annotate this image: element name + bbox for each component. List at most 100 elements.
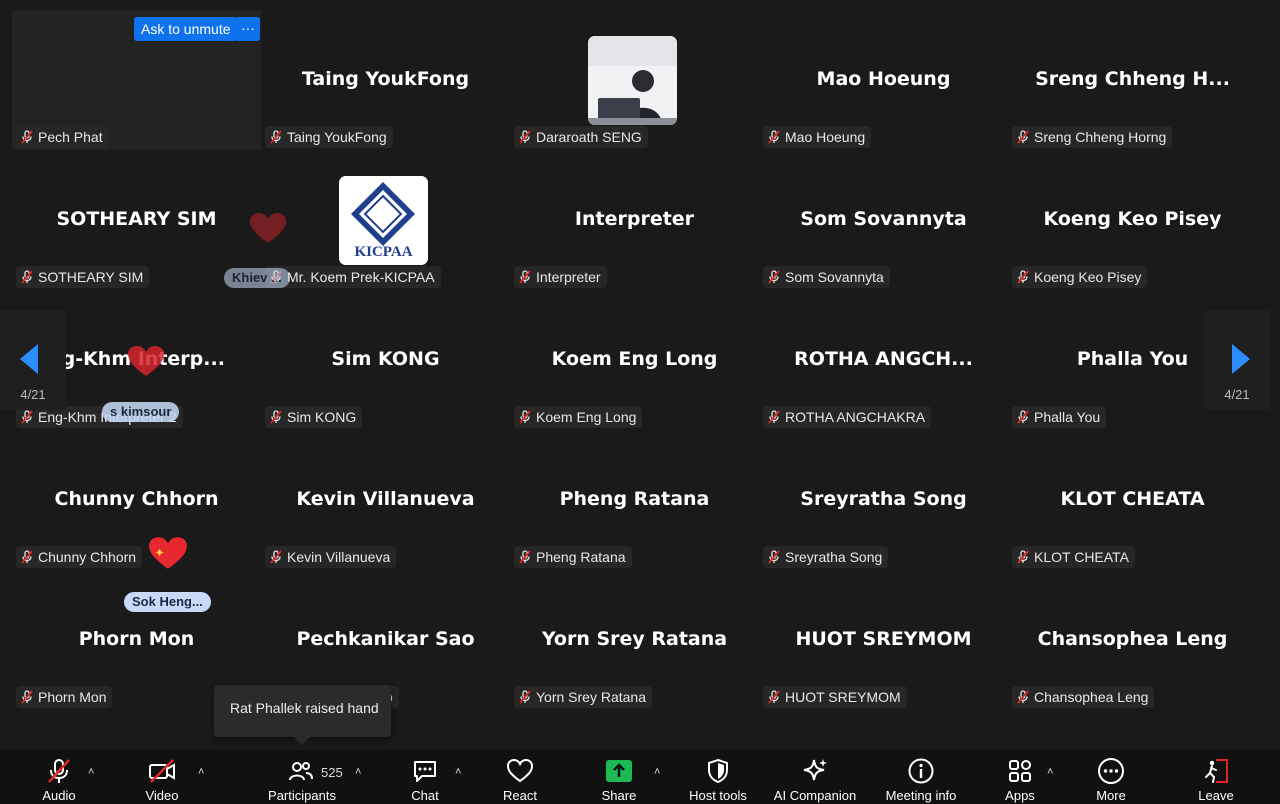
- arrow-right-icon: [1232, 344, 1250, 374]
- mic-muted-icon: [519, 690, 531, 704]
- participant-tile[interactable]: Dararoath SENG: [510, 10, 759, 150]
- mic-muted-icon: [1017, 410, 1029, 424]
- heart-outline-icon: [506, 758, 534, 783]
- participant-name-label: Yorn Srey Ratana: [514, 686, 652, 708]
- raised-hand-notification: Rat Phallek raised hand: [214, 685, 391, 745]
- ai-companion-button[interactable]: AI Companion: [770, 758, 860, 803]
- participant-tile[interactable]: Chunny Chhorn Chunny Chhorn: [12, 430, 261, 570]
- share-button[interactable]: Share: [598, 758, 640, 803]
- participant-name-text: Pheng Ratana: [536, 549, 626, 565]
- more-button[interactable]: More: [1092, 758, 1130, 803]
- participant-tile[interactable]: Sreng Chheng H... Sreng Chheng Horng: [1008, 10, 1257, 150]
- participant-display-name: Chunny Chhorn: [54, 488, 219, 510]
- participant-name-text: Sreng Chheng Horng: [1034, 129, 1167, 145]
- participant-display-name: Som Sovannyta: [800, 208, 967, 230]
- participant-name-label: Taing YoukFong: [265, 126, 393, 148]
- participant-tile[interactable]: HUOT SREYMOM HUOT SREYMOM: [759, 570, 1008, 710]
- participant-tile[interactable]: Interpreter Interpreter: [510, 150, 759, 290]
- mic-muted-icon: [21, 410, 33, 424]
- participant-tile[interactable]: Pheng Ratana Pheng Ratana: [510, 430, 759, 570]
- participant-name-text: Chunny Chhorn: [38, 549, 137, 565]
- share-options-caret[interactable]: ˄: [654, 766, 660, 778]
- participant-tile[interactable]: Koem Eng Long Koem Eng Long: [510, 290, 759, 430]
- participant-display-name: Sreng Chheng H...: [1035, 68, 1230, 90]
- tile-more-button[interactable]: ···: [236, 17, 260, 41]
- video-button[interactable]: Video: [141, 758, 183, 803]
- chat-options-caret[interactable]: ˄: [455, 766, 461, 778]
- participant-video-thumbnail: [588, 36, 677, 125]
- arrow-left-icon: [20, 344, 38, 374]
- participants-label: Participants: [268, 788, 336, 803]
- host-tools-label: Host tools: [689, 788, 747, 803]
- participant-tile[interactable]: KLOT CHEATA KLOT CHEATA: [1008, 430, 1257, 570]
- reaction-name-bubble: s kimsour: [102, 402, 180, 422]
- mic-muted-icon: [270, 130, 282, 144]
- audio-button[interactable]: Audio: [38, 758, 80, 803]
- apps-options-caret[interactable]: ˄: [1047, 766, 1053, 778]
- info-icon: [908, 758, 934, 784]
- participant-tile[interactable]: Kevin Villanueva Kevin Villanueva: [261, 430, 510, 570]
- reaction-name-bubble: Khiev ...: [224, 268, 290, 288]
- mic-muted-icon: [1017, 690, 1029, 704]
- person-at-desk-image: [588, 36, 677, 125]
- react-button[interactable]: React: [500, 758, 540, 803]
- participants-count: 525: [321, 765, 343, 780]
- participant-display-name: Chansophea Leng: [1037, 628, 1228, 650]
- participant-name-label: Koem Eng Long: [514, 406, 643, 428]
- heart-reaction-icon: ✦: [149, 537, 187, 569]
- participant-display-name: Phorn Mon: [78, 628, 195, 650]
- participant-tile[interactable]: Sreyratha Song Sreyratha Song: [759, 430, 1008, 570]
- video-options-caret[interactable]: ˄: [198, 766, 204, 778]
- participant-display-name: Yorn Srey Ratana: [541, 628, 728, 650]
- audio-options-caret[interactable]: ˄: [88, 766, 94, 778]
- mic-muted-icon: [768, 410, 780, 424]
- participant-name-text: Phorn Mon: [38, 689, 107, 705]
- mic-muted-icon: [1017, 130, 1029, 144]
- more-dots-icon: [1098, 758, 1124, 784]
- meeting-info-button[interactable]: Meeting info: [880, 758, 962, 803]
- participant-tile[interactable]: Sim KONG Sim KONG: [261, 290, 510, 430]
- share-label: Share: [601, 788, 637, 803]
- participant-name-text: Chansophea Leng: [1034, 689, 1149, 705]
- participant-display-name: Kevin Villanueva: [296, 488, 475, 510]
- participant-tile[interactable]: Yorn Srey Ratana Yorn Srey Ratana: [510, 570, 759, 710]
- participant-name-text: Taing YoukFong: [287, 129, 387, 145]
- participant-tile[interactable]: SOTHEARY SIM SOTHEARY SIM: [12, 150, 261, 290]
- meeting-toolbar: Audio ˄ Video ˄ Participants 525 ˄ Chat …: [0, 750, 1280, 804]
- participant-name-label: Mao Hoeung: [763, 126, 872, 148]
- participant-tile[interactable]: KICPAA Mr. Koem Prek-KICPAA: [261, 150, 510, 290]
- participant-tile[interactable]: Koeng Keo Pisey Koeng Keo Pisey: [1008, 150, 1257, 290]
- participant-tile[interactable]: ROTHA ANGCH... ROTHA ANGCHAKRA: [759, 290, 1008, 430]
- prev-page-button[interactable]: 4/21: [0, 310, 66, 410]
- participant-name-label: Som Sovannyta: [763, 266, 890, 288]
- participants-options-caret[interactable]: ˄: [355, 766, 361, 778]
- participant-tile[interactable]: Som Sovannyta Som Sovannyta: [759, 150, 1008, 290]
- reaction-name-bubble: Sok Heng...: [124, 592, 211, 612]
- host-tools-button[interactable]: Host tools: [686, 758, 750, 803]
- ask-to-unmute-button[interactable]: Ask to unmute: [134, 17, 238, 41]
- leave-button[interactable]: Leave: [1196, 758, 1236, 803]
- microphone-muted-icon: [48, 759, 70, 783]
- participant-name-label: Kevin Villanueva: [265, 546, 397, 568]
- mic-muted-icon: [270, 410, 282, 424]
- mic-muted-icon: [1017, 270, 1029, 284]
- react-label: React: [503, 788, 537, 803]
- participant-name-label: Chunny Chhorn: [16, 546, 143, 568]
- ai-companion-label: AI Companion: [773, 788, 857, 803]
- participant-tile[interactable]: Taing YoukFong Taing YoukFong: [261, 10, 510, 150]
- participant-name-label: ROTHA ANGCHAKRA: [763, 406, 932, 428]
- participant-name-label: Koeng Keo Pisey: [1012, 266, 1148, 288]
- meeting-info-label: Meeting info: [885, 788, 957, 803]
- video-off-icon: [149, 759, 175, 783]
- participant-display-name: Interpreter: [574, 208, 695, 230]
- participant-tile[interactable]: Mao Hoeung Mao Hoeung: [759, 10, 1008, 150]
- mic-muted-icon: [21, 270, 33, 284]
- participant-name-text: Sreyratha Song: [785, 549, 883, 565]
- apps-button[interactable]: Apps: [1003, 758, 1037, 803]
- participant-name-label: Phorn Mon: [16, 686, 113, 708]
- next-page-button[interactable]: 4/21: [1204, 310, 1270, 410]
- participant-tile[interactable]: Chansophea Leng Chansophea Leng: [1008, 570, 1257, 710]
- chat-button[interactable]: Chat: [408, 758, 442, 803]
- svg-text:✦: ✦: [154, 546, 165, 560]
- leave-label: Leave: [1198, 788, 1234, 803]
